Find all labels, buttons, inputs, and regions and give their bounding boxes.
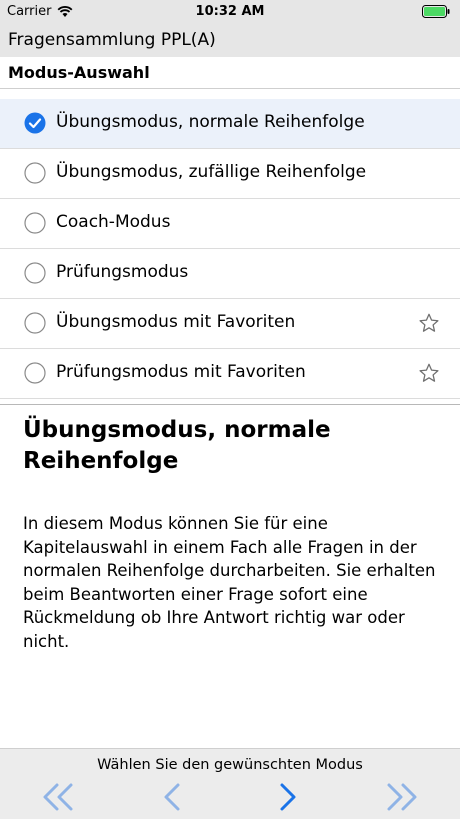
chevron-right-icon <box>280 783 296 811</box>
toolbar-hint: Wählen Sie den gewünschten Modus <box>97 757 363 773</box>
mode-label: Prüfungsmodus <box>56 262 189 282</box>
mode-row-practice-favorites[interactable]: Übungsmodus mit Favoriten <box>0 299 460 349</box>
first-button[interactable] <box>38 781 78 813</box>
mode-label: Übungsmodus, normale Reihenfolge <box>56 112 365 132</box>
radio-empty-icon <box>24 262 46 284</box>
nav-title: Fragensammlung PPL(A) <box>8 30 216 50</box>
bottom-toolbar: Wählen Sie den gewünschten Modus <box>0 748 460 819</box>
mode-label: Übungsmodus, zufällige Reihenfolge <box>56 162 367 182</box>
radio-empty-icon <box>24 362 46 384</box>
list-divider <box>0 404 460 405</box>
radio-empty-icon <box>24 312 46 334</box>
double-chevron-left-icon <box>43 783 73 811</box>
section-title: Modus-Auswahl <box>8 63 150 82</box>
next-button[interactable] <box>268 781 308 813</box>
radio-empty-icon <box>24 212 46 234</box>
description-title: Übungsmodus, normale Reihenfolge <box>23 417 331 474</box>
mode-row-coach[interactable]: Coach-Modus <box>0 199 460 249</box>
star-outline-icon <box>419 313 439 332</box>
mode-label: Coach-Modus <box>56 212 171 232</box>
chevron-left-icon <box>164 783 180 811</box>
status-bar: Carrier 10:32 AM <box>0 0 460 24</box>
mode-row-exam[interactable]: Prüfungsmodus <box>0 249 460 299</box>
status-time: 10:32 AM <box>195 4 265 19</box>
last-button[interactable] <box>382 781 422 813</box>
previous-button[interactable] <box>152 781 192 813</box>
mode-row-normal-order[interactable]: Übungsmodus, normale Reihenfolge <box>0 99 460 149</box>
checkmark-radio-icon <box>24 112 46 134</box>
description-body: In diesem Modus können Sie für eine Kapi… <box>23 514 436 651</box>
double-chevron-right-icon <box>387 783 417 811</box>
mode-row-random-order[interactable]: Übungsmodus, zufällige Reihenfolge <box>0 149 460 199</box>
navigation-bar: Fragensammlung PPL(A) <box>0 24 460 58</box>
mode-label: Übungsmodus mit Favoriten <box>56 312 296 332</box>
mode-row-exam-favorites[interactable]: Prüfungsmodus mit Favoriten <box>0 349 460 399</box>
mode-label: Prüfungsmodus mit Favoriten <box>56 362 306 382</box>
star-outline-icon <box>419 363 439 382</box>
mode-list: Übungsmodus, normale Reihenfolge Übungsm… <box>0 99 460 399</box>
radio-empty-icon <box>24 162 46 184</box>
battery-icon <box>422 5 450 18</box>
section-header: Modus-Auswahl <box>0 57 460 89</box>
